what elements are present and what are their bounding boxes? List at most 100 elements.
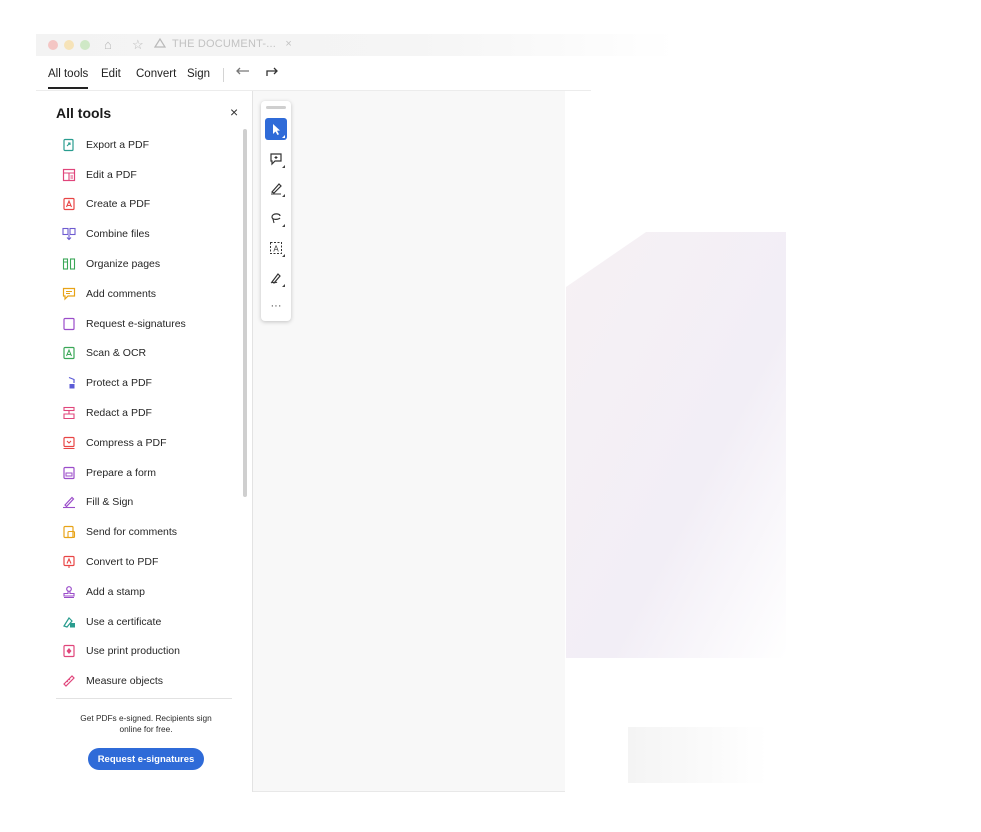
tool-item-redact-pdf[interactable]: Redact a PDF — [36, 398, 241, 428]
document-tab[interactable]: THE DOCUMENT-... × — [172, 38, 292, 50]
request-esignatures-button[interactable]: Request e-signatures — [88, 748, 204, 770]
promo-text: Get PDFs e-signed. Recipients sign onlin… — [80, 713, 212, 734]
close-window-button[interactable] — [48, 40, 58, 50]
tool-item-compress-pdf[interactable]: Compress a PDF — [36, 428, 241, 458]
lasso-icon — [271, 213, 281, 224]
prepare-form-icon — [62, 466, 76, 480]
request-esignatures-icon — [62, 317, 76, 331]
undo-icon[interactable] — [235, 64, 251, 84]
panel-scrollbar[interactable] — [243, 129, 247, 497]
tool-item-label: Fill & Sign — [86, 496, 134, 509]
tool-item-label: Redact a PDF — [86, 407, 152, 420]
create-pdf-icon — [62, 197, 76, 211]
tool-item-label: Edit a PDF — [86, 168, 137, 181]
tool-item-edit-pdf[interactable]: Edit a PDF — [36, 160, 241, 190]
tool-item-label: Combine files — [86, 228, 150, 241]
menubar-divider — [223, 68, 224, 82]
text-box-icon: A — [270, 242, 282, 254]
menu-convert[interactable]: Convert — [136, 68, 176, 80]
tool-item-label: Prepare a form — [86, 466, 157, 479]
organize-pages-icon — [62, 257, 76, 271]
tool-item-scan-ocr[interactable]: Scan & OCR — [36, 339, 241, 369]
text-select-tool-button[interactable]: A — [265, 237, 287, 259]
cloud-icon — [153, 37, 167, 52]
all-tools-panel: All tools × Export a PDF Edit a PDF Create… — [36, 91, 253, 792]
maximize-window-button[interactable] — [80, 40, 90, 50]
toolbar-grip[interactable] — [266, 106, 286, 109]
tool-item-measure[interactable]: Measure objects — [36, 666, 241, 696]
document-canvas[interactable] — [253, 91, 565, 792]
tool-item-convert-pdf[interactable]: Convert to PDF — [36, 547, 241, 577]
combine-files-icon — [62, 227, 76, 241]
tool-item-combine-files[interactable]: Combine files — [36, 219, 241, 249]
comment-icon — [270, 153, 282, 166]
tool-item-print-production[interactable]: Use print production — [36, 637, 241, 667]
more-tools-icon[interactable]: ··· — [265, 300, 287, 312]
close-icon[interactable]: × — [230, 104, 238, 120]
stamp-icon — [62, 585, 76, 599]
tool-item-label: Add comments — [86, 287, 157, 300]
redact-pdf-icon — [62, 406, 76, 420]
tool-item-prepare-form[interactable]: Prepare a form — [36, 458, 241, 488]
document-tab-title: THE DOCUMENT-... — [172, 38, 277, 50]
menu-edit[interactable]: Edit — [101, 68, 121, 80]
lasso-tool-button[interactable] — [265, 207, 287, 229]
menu-sign[interactable]: Sign — [187, 68, 210, 80]
decorative-graphic — [566, 232, 786, 658]
export-pdf-icon — [62, 138, 76, 152]
window-controls — [48, 40, 90, 50]
star-icon[interactable]: ☆ — [132, 37, 144, 53]
convert-pdf-icon — [62, 555, 76, 569]
tool-item-label: Send for comments — [86, 526, 178, 539]
tool-item-create-pdf[interactable]: Create a PDF — [36, 190, 241, 220]
cursor-icon — [273, 124, 280, 135]
tool-item-label: Compress a PDF — [86, 436, 167, 449]
top-menubar: All tools Edit Convert Sign — [0, 56, 981, 91]
redo-icon[interactable] — [263, 64, 279, 84]
tool-item-organize-pages[interactable]: Organize pages — [36, 249, 241, 279]
tool-item-label: Export a PDF — [86, 138, 150, 151]
tool-item-fill-sign[interactable]: Fill & Sign — [36, 488, 241, 518]
tool-item-label: Organize pages — [86, 258, 161, 271]
tool-item-label: Use a certificate — [86, 615, 162, 628]
certificate-icon — [62, 615, 76, 629]
tool-item-label: Use print production — [86, 645, 180, 658]
protect-pdf-icon — [62, 376, 76, 390]
tool-item-label: Scan & OCR — [86, 347, 147, 360]
tool-item-add-comments[interactable]: Add comments — [36, 279, 241, 309]
decorative-shadow — [628, 727, 768, 783]
panel-divider — [56, 698, 232, 699]
tool-item-label: Measure objects — [86, 675, 164, 688]
send-comments-icon — [62, 525, 76, 539]
comment-tool-button[interactable] — [265, 148, 287, 170]
document-tab-close[interactable]: × — [285, 38, 292, 50]
tool-list: Export a PDF Edit a PDF Create a PDF Combin… — [36, 130, 241, 696]
svg-text:A: A — [273, 245, 279, 254]
tool-item-request-esignatures[interactable]: Request e-signatures — [36, 309, 241, 339]
fill-sign-icon — [62, 495, 76, 509]
tool-item-label: Add a stamp — [86, 585, 145, 598]
select-tool-button[interactable] — [265, 118, 287, 140]
tool-item-certificate[interactable]: Use a certificate — [36, 607, 241, 637]
pen-icon — [271, 183, 282, 195]
floating-toolbar: A ··· — [261, 101, 291, 321]
print-production-icon — [62, 644, 76, 658]
sign-tool-button[interactable] — [265, 267, 287, 289]
compress-pdf-icon — [62, 436, 76, 450]
document-bottom-border — [253, 791, 565, 792]
signature-icon — [270, 273, 281, 284]
home-icon[interactable]: ⌂ — [104, 37, 112, 52]
panel-title: All tools — [56, 105, 112, 121]
edit-pdf-icon — [62, 168, 76, 182]
tool-item-label: Convert to PDF — [86, 556, 159, 569]
tool-item-export-pdf[interactable]: Export a PDF — [36, 130, 241, 160]
minimize-window-button[interactable] — [64, 40, 74, 50]
tool-item-send-comments[interactable]: Send for comments — [36, 517, 241, 547]
tool-item-label: Protect a PDF — [86, 377, 152, 390]
tool-item-protect-pdf[interactable]: Protect a PDF — [36, 368, 241, 398]
tool-item-stamp[interactable]: Add a stamp — [36, 577, 241, 607]
tool-item-label: Request e-signatures — [86, 317, 186, 330]
menu-all-tools[interactable]: All tools — [48, 68, 89, 89]
draw-tool-button[interactable] — [265, 177, 287, 199]
add-comments-icon — [62, 287, 76, 301]
